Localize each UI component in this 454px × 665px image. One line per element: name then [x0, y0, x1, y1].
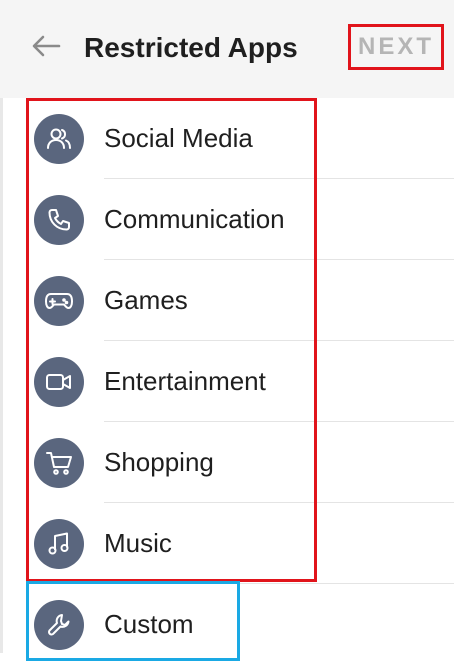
category-list: Social Media Communication Games Enterta…	[0, 98, 454, 665]
category-social-media[interactable]: Social Media	[0, 98, 454, 179]
category-music[interactable]: Music	[0, 503, 454, 584]
category-entertainment[interactable]: Entertainment	[0, 341, 454, 422]
video-camera-icon	[34, 357, 84, 407]
people-icon	[34, 114, 84, 164]
back-arrow-icon	[31, 35, 61, 62]
wrench-icon	[34, 600, 84, 650]
shopping-cart-icon	[34, 438, 84, 488]
category-communication[interactable]: Communication	[0, 179, 454, 260]
phone-icon	[34, 195, 84, 245]
category-label: Games	[104, 285, 188, 315]
music-note-icon	[34, 519, 84, 569]
category-label: Shopping	[104, 447, 214, 477]
category-label: Music	[104, 528, 172, 558]
next-button[interactable]: NEXT	[348, 24, 444, 70]
gamepad-icon	[34, 276, 84, 326]
category-shopping[interactable]: Shopping	[0, 422, 454, 503]
category-label: Entertainment	[104, 366, 266, 396]
back-button[interactable]	[30, 32, 62, 64]
page-title: Restricted Apps	[84, 32, 298, 63]
category-label: Communication	[104, 204, 285, 234]
category-games[interactable]: Games	[0, 260, 454, 341]
app-bar: Restricted Apps NEXT	[0, 0, 454, 98]
category-label: Social Media	[104, 123, 253, 153]
